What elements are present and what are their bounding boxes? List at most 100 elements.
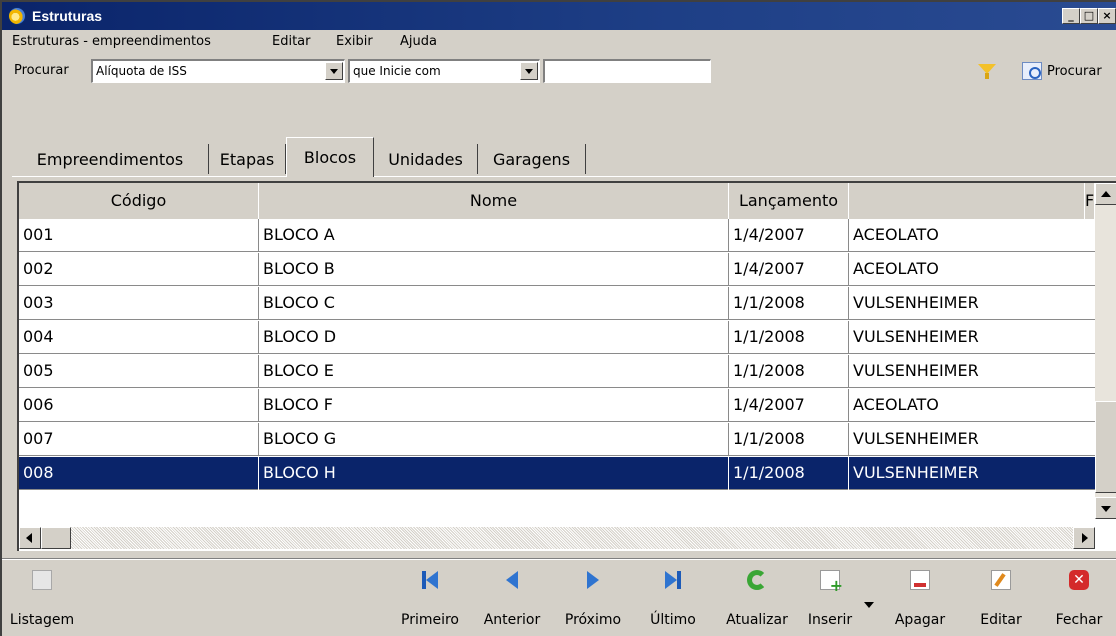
ultimo-button[interactable]: Último <box>640 562 706 636</box>
primeiro-button[interactable]: Primeiro <box>392 562 468 636</box>
atualizar-button[interactable]: Atualizar <box>716 562 798 636</box>
cell-nome: BLOCO D <box>259 321 729 354</box>
title-bar[interactable]: Estruturas _ □ × <box>2 2 1116 30</box>
scroll-right-icon[interactable] <box>1073 527 1095 549</box>
menu-ajuda[interactable]: Ajuda <box>400 34 437 49</box>
cell-codigo: 008 <box>19 457 259 490</box>
proximo-button[interactable]: Próximo <box>554 562 632 636</box>
cell-nome: BLOCO G <box>259 423 729 456</box>
search-input[interactable] <box>543 59 711 83</box>
scroll-up-icon[interactable] <box>1095 183 1116 205</box>
column-header-codigo[interactable]: Código <box>19 183 259 219</box>
maximize-button[interactable]: □ <box>1080 8 1098 24</box>
search-label: Procurar <box>14 63 69 78</box>
cell-codigo: 007 <box>19 423 259 456</box>
inserir-label: Inserir <box>807 612 853 628</box>
cell-responsavel: VULSENHEIMER <box>853 293 979 312</box>
table-row[interactable]: 005 BLOCO E 1/1/2008 VULSENHEIMER <box>19 355 1095 388</box>
editar-button[interactable]: Editar <box>968 562 1034 636</box>
minimize-button[interactable]: _ <box>1062 8 1080 24</box>
table-row[interactable]: 004 BLOCO D 1/1/2008 VULSENHEIMER <box>19 321 1095 354</box>
bottom-toolbar: Listagem Primeiro Anterior Próximo Últim… <box>2 562 1116 636</box>
next-record-icon <box>583 570 603 590</box>
search-button[interactable]: Procurar <box>1047 64 1102 79</box>
tab-blocos[interactable]: Blocos <box>286 137 374 177</box>
cell-lancamento: 1/1/2008 <box>729 355 849 388</box>
horizontal-scroll-thumb[interactable] <box>41 527 71 549</box>
apagar-button[interactable]: Apagar <box>884 562 956 636</box>
menu-exibir[interactable]: Exibir <box>336 34 373 49</box>
tab-divider <box>12 176 1116 177</box>
column-header-lancamento[interactable]: Lançamento <box>729 183 849 219</box>
tab-garagens[interactable]: Garagens <box>478 144 586 174</box>
cell-responsavel: VULSENHEIMER <box>853 463 979 482</box>
menu-bar: Estruturas - empreendimentos Editar Exib… <box>2 30 1116 54</box>
first-record-icon <box>420 570 440 590</box>
apagar-label: Apagar <box>894 612 946 628</box>
cell-lancamento: 1/4/2007 <box>729 219 849 252</box>
vertical-scrollbar[interactable] <box>1095 183 1116 519</box>
search-field-value: Alíquota de ISS <box>96 64 187 78</box>
cell-lancamento: 1/4/2007 <box>729 389 849 422</box>
table-row[interactable]: 007 BLOCO G 1/1/2008 VULSENHEIMER <box>19 423 1095 456</box>
column-header-nome[interactable]: Nome <box>259 183 729 219</box>
menu-estruturas[interactable]: Estruturas - empreendimentos <box>12 34 211 49</box>
data-grid: Código Nome Lançamento F 001 BLOCO A 1/4… <box>17 181 1116 551</box>
search-operator-select[interactable]: que Inicie com <box>348 59 540 83</box>
cell-codigo: 004 <box>19 321 259 354</box>
inserir-button[interactable]: Inserir <box>798 562 862 636</box>
column-header-responsavel[interactable] <box>849 183 1085 219</box>
search-bar: Procurar Alíquota de ISS que Inicie com … <box>2 54 1116 86</box>
listagem-button[interactable]: Listagem <box>2 562 82 636</box>
cell-responsavel: VULSENHEIMER <box>853 429 979 448</box>
fechar-button[interactable]: ✕ Fechar <box>1046 562 1112 636</box>
cell-codigo: 002 <box>19 253 259 286</box>
app-icon <box>8 7 26 25</box>
menu-editar[interactable]: Editar <box>272 34 311 49</box>
cell-responsavel: ACEOLATO <box>853 259 939 278</box>
search-icon[interactable] <box>1022 62 1042 80</box>
search-operator-value: que Inicie com <box>353 64 441 78</box>
editar-label: Editar <box>980 612 1022 628</box>
cell-lancamento: 1/4/2007 <box>729 253 849 286</box>
cell-lancamento: 1/1/2008 <box>729 457 849 490</box>
table-row[interactable]: 003 BLOCO C 1/1/2008 VULSENHEIMER <box>19 287 1095 320</box>
table-row-selected[interactable]: 008 BLOCO H 1/1/2008 VULSENHEIMER <box>19 457 1095 490</box>
cell-responsavel: ACEOLATO <box>853 225 939 244</box>
search-field-select[interactable]: Alíquota de ISS <box>91 59 345 83</box>
inserir-dropdown-icon[interactable] <box>864 602 874 608</box>
atualizar-label: Atualizar <box>726 612 788 628</box>
scroll-left-icon[interactable] <box>19 527 41 549</box>
vertical-scroll-thumb[interactable] <box>1095 401 1116 493</box>
chevron-down-icon[interactable] <box>520 62 538 80</box>
chevron-down-icon[interactable] <box>325 62 343 80</box>
insert-icon <box>820 570 843 595</box>
toolbar-separator <box>2 558 1116 560</box>
anterior-button[interactable]: Anterior <box>470 562 554 636</box>
last-record-icon <box>663 570 683 590</box>
document-icon <box>32 570 52 590</box>
delete-icon <box>910 570 930 590</box>
table-row[interactable]: 002 BLOCO B 1/4/2007 ACEOLATO <box>19 253 1095 286</box>
tab-etapas[interactable]: Etapas <box>209 144 286 174</box>
cell-nome: BLOCO H <box>259 457 729 490</box>
anterior-label: Anterior <box>483 612 541 628</box>
tab-unidades[interactable]: Unidades <box>374 144 478 174</box>
cell-nome: BLOCO A <box>259 219 729 252</box>
close-window-button[interactable]: × <box>1098 8 1116 24</box>
table-row[interactable]: 006 BLOCO F 1/4/2007 ACEOLATO <box>19 389 1095 422</box>
cell-responsavel: VULSENHEIMER <box>853 361 979 380</box>
refresh-icon <box>747 570 767 590</box>
scroll-down-icon[interactable] <box>1095 497 1116 519</box>
tab-empreendimentos[interactable]: Empreendimentos <box>12 144 209 174</box>
cell-lancamento: 1/1/2008 <box>729 321 849 354</box>
cell-codigo: 003 <box>19 287 259 320</box>
table-row[interactable]: 001 BLOCO A 1/4/2007 ACEOLATO <box>19 219 1095 252</box>
grid-header: Código Nome Lançamento F <box>19 183 1095 219</box>
ultimo-label: Último <box>650 612 696 628</box>
column-header-f[interactable]: F <box>1085 183 1095 219</box>
primeiro-label: Primeiro <box>401 612 459 628</box>
tab-strip: Empreendimentos Etapas Blocos Unidades G… <box>12 136 1112 177</box>
horizontal-scrollbar[interactable] <box>19 527 1095 549</box>
previous-record-icon <box>502 570 522 590</box>
